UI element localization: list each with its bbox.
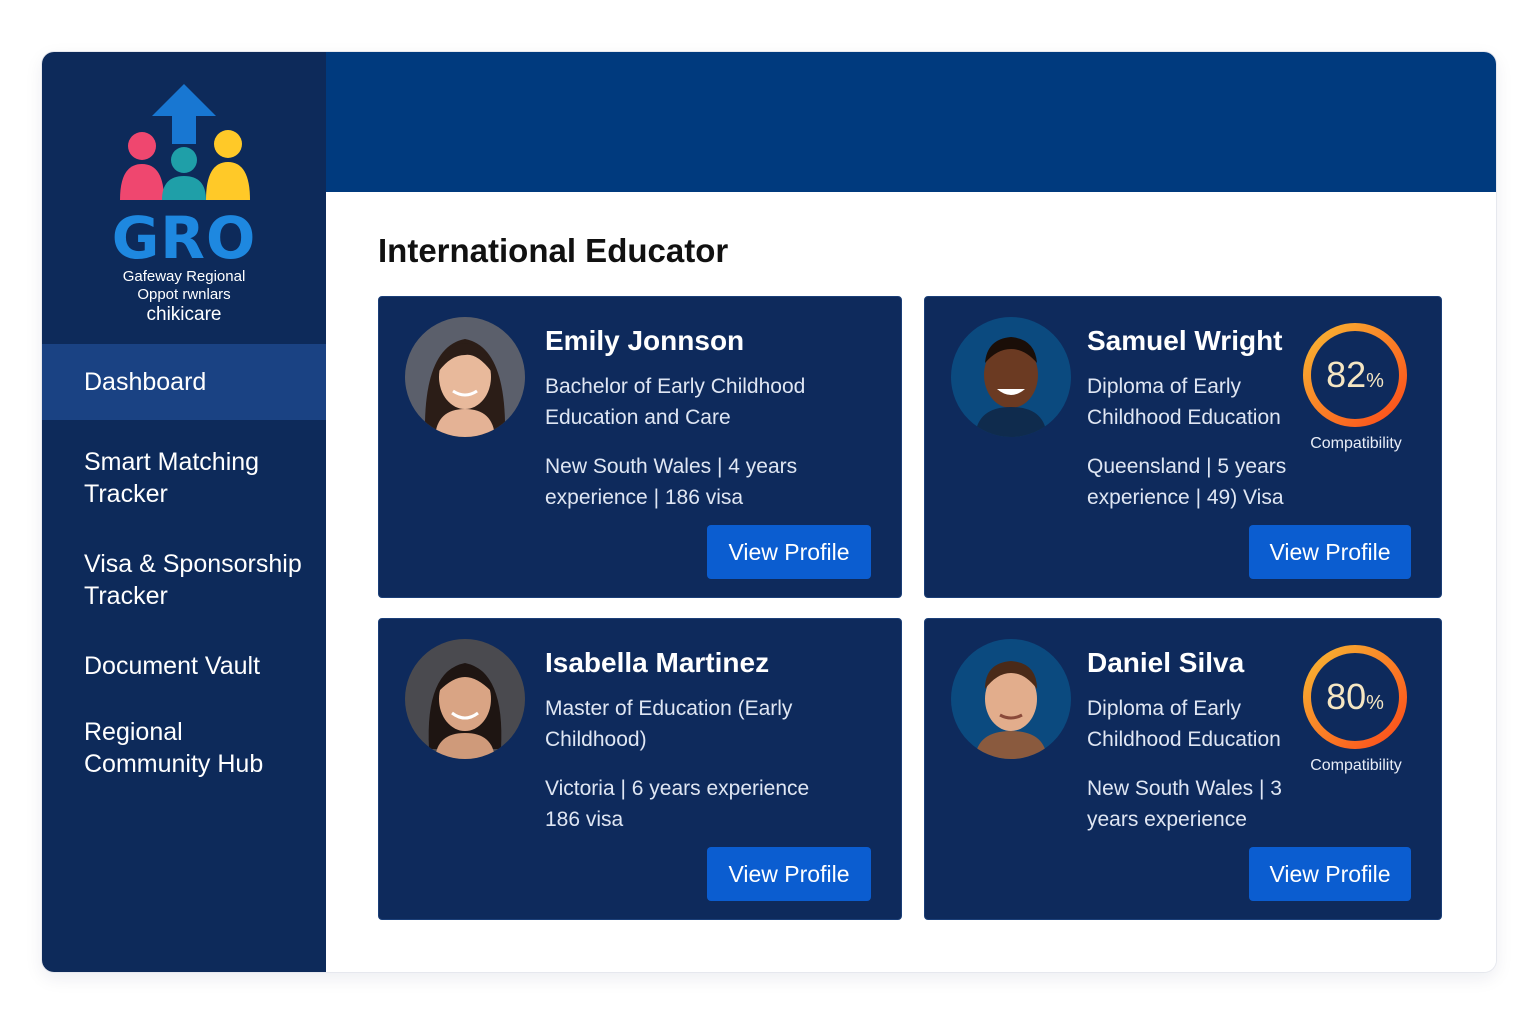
educator-degree: Master of Education (Early Childhood) bbox=[545, 697, 793, 751]
educator-degree: Diploma of Early Childhood Education bbox=[1087, 375, 1281, 429]
avatar bbox=[405, 317, 525, 437]
avatar bbox=[405, 639, 525, 759]
people-arrow-icon bbox=[120, 84, 250, 200]
brand-line-3: chikicare bbox=[146, 304, 222, 325]
compatibility-label: Compatibility bbox=[1310, 435, 1402, 452]
avatar bbox=[951, 639, 1071, 759]
compatibility-ring: 80% bbox=[1299, 641, 1411, 753]
main-content: International Educator Emily Jonnson Bac… bbox=[326, 192, 1496, 972]
educator-meta: New South Wales | 4 years experience | 1… bbox=[545, 455, 798, 509]
educator-degree: Bachelor of Early Childhood Education an… bbox=[545, 375, 806, 429]
brand-line-2: Oppot rwnlars bbox=[137, 286, 231, 303]
sidebar: GRO Gafeway Regional Oppot rwnlars chiki… bbox=[42, 52, 326, 972]
educator-meta: Victoria | 6 years experience 186 visa bbox=[545, 777, 810, 831]
educator-card: Daniel Silva Diploma of Early Childhood … bbox=[924, 618, 1442, 920]
view-profile-button[interactable]: View Profile bbox=[707, 525, 871, 579]
page-title: International Educator bbox=[378, 232, 729, 269]
brand-logo[interactable]: GRO Gafeway Regional Oppot rwnlars chiki… bbox=[42, 82, 326, 332]
educator-card: Samuel Wright Diploma of Early Childhood… bbox=[924, 296, 1442, 598]
top-header bbox=[326, 52, 1496, 192]
sidebar-item-smart-matching-tracker[interactable]: Smart Matching Tracker bbox=[42, 446, 282, 510]
compatibility-ring: 82% bbox=[1299, 319, 1411, 431]
sidebar-item-dashboard[interactable]: Dashboard bbox=[42, 344, 326, 420]
educator-name: Samuel Wright bbox=[1087, 325, 1283, 356]
sidebar-item-visa-sponsorship-tracker[interactable]: Visa & Sponsorship Tracker bbox=[42, 548, 326, 612]
educator-name: Daniel Silva bbox=[1087, 647, 1245, 678]
educator-card: Emily Jonnson Bachelor of Early Childhoo… bbox=[378, 296, 902, 598]
avatar bbox=[951, 317, 1071, 437]
educator-meta: Queensland | 5 years experience | 49) Vi… bbox=[1087, 455, 1287, 509]
compatibility-value: 80% bbox=[1326, 676, 1384, 717]
educator-name: Emily Jonnson bbox=[545, 325, 745, 356]
educator-name: Isabella Martinez bbox=[545, 647, 770, 678]
brand-short: GRO bbox=[111, 204, 257, 272]
educator-card: Isabella Martinez Master of Education (E… bbox=[378, 618, 902, 920]
view-profile-button[interactable]: View Profile bbox=[1249, 525, 1411, 579]
sidebar-item-document-vault[interactable]: Document Vault bbox=[42, 650, 326, 682]
brand-line-1: Gafeway Regional bbox=[122, 268, 246, 285]
compatibility-label: Compatibility bbox=[1310, 757, 1402, 774]
educator-meta: New South Wales | 3 years experience bbox=[1087, 777, 1282, 831]
view-profile-button[interactable]: View Profile bbox=[1249, 847, 1411, 901]
compatibility-value: 82% bbox=[1326, 354, 1384, 395]
view-profile-button[interactable]: View Profile bbox=[707, 847, 871, 901]
educator-degree: Diploma of Early Childhood Education bbox=[1087, 697, 1281, 751]
sidebar-item-regional-community-hub[interactable]: Regional Community Hub bbox=[42, 716, 292, 780]
app-window: GRO Gafeway Regional Oppot rwnlars chiki… bbox=[42, 52, 1496, 972]
